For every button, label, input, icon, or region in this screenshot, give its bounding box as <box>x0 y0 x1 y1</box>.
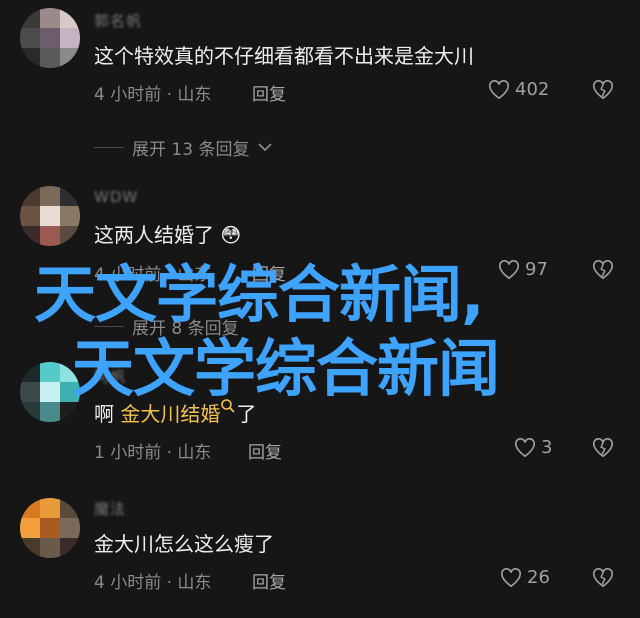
avatar-mosaic-tile <box>20 226 40 246</box>
comment-username[interactable]: 郭名帆 <box>94 10 142 31</box>
broken-heart-icon <box>592 568 614 588</box>
avatar-mosaic-tile <box>60 206 80 226</box>
avatar-mosaic-tile <box>20 186 40 206</box>
avatar-mosaic-tile <box>20 538 40 558</box>
comment-text: 啊 金大川结婚了 <box>94 398 256 427</box>
expand-replies-label: 展开 8 条回复 <box>132 319 239 339</box>
heart-icon <box>488 79 510 100</box>
avatar-mosaic-tile <box>40 206 60 226</box>
like-button[interactable]: 26 <box>500 567 550 588</box>
comment-text-suffix: 了 <box>236 402 257 426</box>
avatar-mosaic-tile <box>40 518 60 538</box>
broken-heart-icon <box>592 438 614 458</box>
avatar-mosaic-tile <box>20 48 40 68</box>
avatar-mosaic-tile <box>40 28 60 48</box>
avatar-mosaic-tile <box>60 498 80 518</box>
heart-icon <box>514 437 536 458</box>
avatar-mosaic-tile <box>60 538 80 558</box>
comment-time-location: 4 小时前 · 山东 <box>94 85 212 105</box>
avatar-mosaic-tile <box>60 402 80 422</box>
avatar-mosaic-tile <box>60 362 80 382</box>
divider <box>94 326 124 327</box>
avatar[interactable] <box>20 8 80 68</box>
avatar-mosaic-tile <box>40 402 60 422</box>
expand-replies-label: 展开 13 条回复 <box>132 140 250 160</box>
avatar-mosaic-tile <box>40 8 60 28</box>
reply-button[interactable]: 回复 <box>252 568 286 593</box>
avatar-mosaic-tile <box>40 226 60 246</box>
comment-username[interactable]: WDW <box>94 188 138 206</box>
flushed-face-emoji: 😳 <box>220 223 242 247</box>
like-button[interactable]: 97 <box>498 259 548 280</box>
dislike-button[interactable] <box>592 568 614 588</box>
avatar-mosaic-tile <box>60 8 80 28</box>
avatar-mosaic-tile <box>40 186 60 206</box>
comment-text: 这个特效真的不仔细看都看不出来是金大川 <box>94 44 474 68</box>
like-count: 26 <box>527 567 550 588</box>
search-keyword-link[interactable]: 金大川结婚 <box>120 402 220 426</box>
avatar-mosaic-tile <box>20 518 40 538</box>
avatar-mosaic-tile <box>40 382 60 402</box>
comment-time-location: 1 小时前 · 山东 <box>94 443 212 463</box>
like-button[interactable]: 3 <box>514 437 552 458</box>
avatar-mosaic-tile <box>40 48 60 68</box>
reply-button[interactable]: 回复 <box>252 80 286 105</box>
avatar-mosaic-tile <box>40 362 60 382</box>
broken-heart-icon <box>592 260 614 280</box>
heart-icon <box>500 567 522 588</box>
comment-text: 金大川怎么这么瘦了 <box>94 532 274 556</box>
avatar-mosaic-tile <box>20 382 40 402</box>
avatar-mosaic-tile <box>20 8 40 28</box>
avatar[interactable] <box>20 362 80 422</box>
reply-button[interactable]: 回复 <box>248 438 282 463</box>
reply-button[interactable]: 回复 <box>252 260 286 285</box>
comment-section: 郭名帆 这个特效真的不仔细看都看不出来是金大川 4 小时前 · 山东 回复 40… <box>0 0 640 618</box>
avatar-mosaic-tile <box>60 28 80 48</box>
comment-text: 这两人结婚了 😳 <box>94 219 241 248</box>
like-count: 97 <box>525 259 548 280</box>
chevron-down-icon <box>257 138 273 158</box>
avatar-mosaic-tile <box>40 498 60 518</box>
comment-time-location: 4 小时前 · 山东 <box>94 265 212 285</box>
avatar-mosaic-tile <box>60 382 80 402</box>
comment-time-location: 4 小时前 · 山东 <box>94 573 212 593</box>
expand-replies-button[interactable]: 展开 8 条回复 <box>94 314 239 339</box>
comment-text-prefix: 啊 <box>94 402 121 426</box>
avatar-mosaic-tile <box>20 362 40 382</box>
avatar-mosaic-tile <box>60 226 80 246</box>
avatar-mosaic-tile <box>60 48 80 68</box>
avatar-mosaic-tile <box>20 498 40 518</box>
avatar[interactable] <box>20 186 80 246</box>
search-icon[interactable] <box>220 399 236 426</box>
comment-username[interactable]: 阿帆 <box>94 366 126 387</box>
heart-icon <box>498 259 520 280</box>
like-button[interactable]: 402 <box>488 79 549 100</box>
avatar[interactable] <box>20 498 80 558</box>
comment-text-content: 这两人结婚了 <box>94 223 214 247</box>
avatar-mosaic-tile <box>60 186 80 206</box>
divider <box>94 147 124 148</box>
comment-username[interactable]: 魔法 <box>94 498 126 519</box>
dislike-button[interactable] <box>592 260 614 280</box>
dislike-button[interactable] <box>592 80 614 100</box>
avatar-mosaic-tile <box>40 538 60 558</box>
like-count: 402 <box>515 79 550 100</box>
expand-replies-button[interactable]: 展开 13 条回复 <box>94 135 273 160</box>
broken-heart-icon <box>592 80 614 100</box>
avatar-mosaic-tile <box>20 28 40 48</box>
like-count: 3 <box>541 437 553 458</box>
avatar-mosaic-tile <box>20 402 40 422</box>
dislike-button[interactable] <box>592 438 614 458</box>
avatar-mosaic-tile <box>60 518 80 538</box>
avatar-mosaic-tile <box>20 206 40 226</box>
